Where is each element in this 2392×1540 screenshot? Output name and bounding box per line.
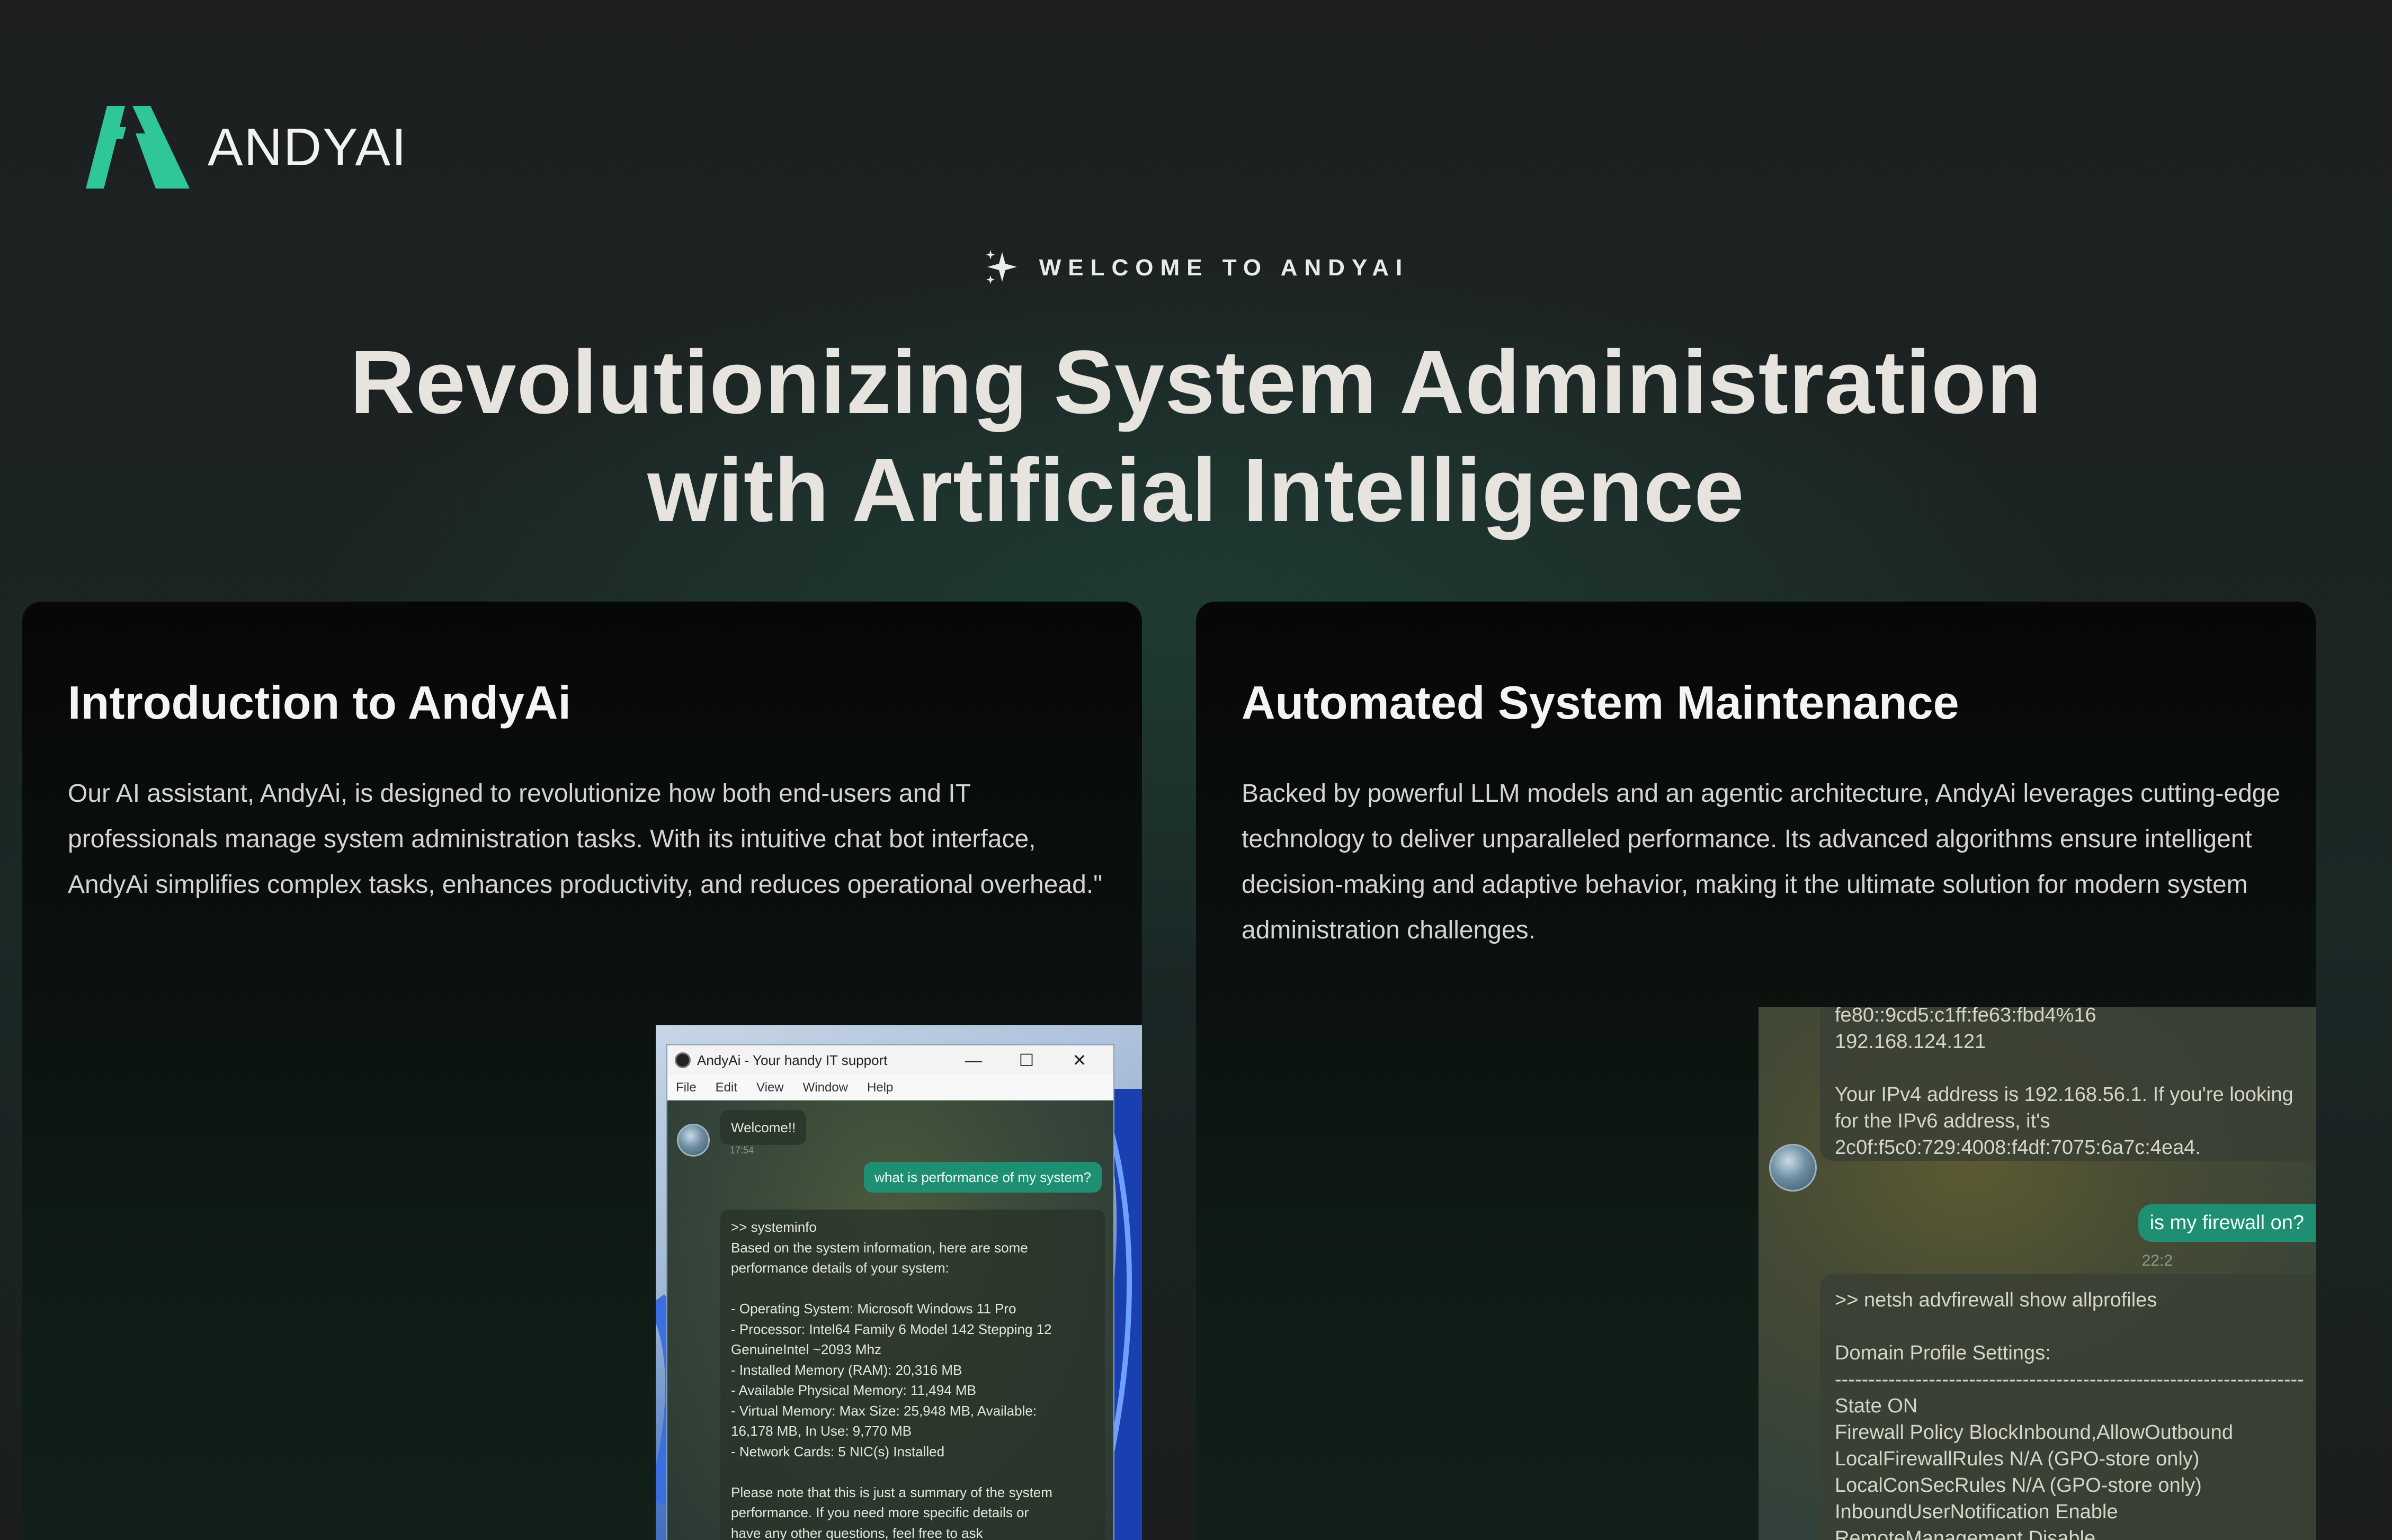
bot-reply-lines: >> systeminfo Based on the system informa… bbox=[731, 1217, 1094, 1540]
text-line: performance. If you need more specific d… bbox=[731, 1505, 1029, 1520]
sparkle-icon bbox=[985, 250, 1017, 284]
app-window: AndyAi - Your handy IT support — ☐ ✕ Fil… bbox=[666, 1044, 1114, 1540]
text-line: 2c0f:f5c0:729:4008:f4df:7075:6a7c:4ea4. bbox=[1835, 1136, 2201, 1159]
text-line: Firewall Policy BlockInbound,AllowOutbou… bbox=[1835, 1421, 2233, 1444]
app-icon bbox=[675, 1052, 691, 1068]
message-timestamp: 17:54 bbox=[730, 1145, 754, 1156]
chat-area[interactable]: Welcome!! 17:54 what is performance of m… bbox=[667, 1100, 1113, 1540]
text-line: Based on the system information, here ar… bbox=[731, 1239, 1028, 1256]
text-line: - Network Cards: 5 NIC(s) Installed bbox=[731, 1443, 945, 1460]
landing-page: ANDYAI WELCOME TO ANDYAI Revolutionizing… bbox=[0, 0, 2392, 1540]
feature-card-maintenance: Automated System Maintenance Backed by p… bbox=[1196, 602, 2316, 1540]
app-screenshot: AndyAi - Your handy IT support — ☐ ✕ Fil… bbox=[656, 1025, 1142, 1540]
text-line: State ON bbox=[1835, 1395, 1918, 1417]
text-line: Domain Profile Settings: bbox=[1835, 1342, 2051, 1364]
text-line bbox=[731, 1278, 1094, 1299]
text-line: - Operating System: Microsoft Windows 11… bbox=[731, 1301, 1016, 1317]
text-line bbox=[1835, 1313, 2304, 1340]
brand-name: ANDYAI bbox=[208, 117, 407, 177]
text-line: >> netsh advfirewall show allprofiles bbox=[1835, 1289, 2157, 1311]
text-line: 16,178 MB, In Use: 9,770 MB bbox=[731, 1423, 912, 1439]
andyai-logo-icon bbox=[86, 106, 190, 189]
window-titlebar: AndyAi - Your handy IT support — ☐ ✕ bbox=[667, 1045, 1113, 1075]
text-line: GenuineIntel ~2093 Mhz bbox=[731, 1341, 882, 1357]
window-title: AndyAi - Your handy IT support bbox=[697, 1052, 888, 1068]
window-menubar: File Edit View Window Help bbox=[667, 1075, 1113, 1100]
bot-avatar bbox=[677, 1124, 710, 1157]
text-line: performance details of your system: bbox=[731, 1260, 949, 1276]
brand-logo[interactable]: ANDYAI bbox=[86, 106, 407, 189]
text-line bbox=[731, 1462, 1094, 1482]
bot-avatar bbox=[1769, 1144, 1817, 1192]
card-description: Backed by powerful LLM models and an age… bbox=[1242, 780, 2281, 944]
text-line: ----------------------------------------… bbox=[1835, 1368, 2304, 1391]
text-line: 192.168.124.121 bbox=[1835, 1031, 1986, 1053]
hero-title-line-2: with Artificial Intelligence bbox=[647, 440, 1745, 541]
text-line: InboundUserNotification Enable bbox=[1835, 1501, 2118, 1523]
hero-eyebrow: WELCOME TO ANDYAI bbox=[0, 248, 2392, 288]
welcome-message: Welcome!! bbox=[720, 1110, 807, 1145]
text-line: Your IPv4 address is 192.168.56.1. If yo… bbox=[1835, 1084, 2293, 1106]
maximize-icon[interactable]: ☐ bbox=[1000, 1050, 1053, 1070]
chat-screenshot: fe80::9cd5:c1ff:fe63:fbd4%16192.168.124.… bbox=[1759, 1007, 2316, 1540]
text-line: RemoteManagement Disable bbox=[1835, 1527, 2096, 1540]
card-title: Introduction to AndyAi bbox=[68, 676, 571, 729]
menu-view[interactable]: View bbox=[756, 1080, 784, 1095]
bot-reply-lines: >> netsh advfirewall show allprofiles Do… bbox=[1835, 1287, 2304, 1540]
eyebrow-text: WELCOME TO ANDYAI bbox=[1039, 255, 1409, 281]
bot-reply: >> systeminfo Based on the system informa… bbox=[720, 1210, 1105, 1540]
text-line: - Available Physical Memory: 11,494 MB bbox=[731, 1382, 976, 1398]
text-line: >> systeminfo bbox=[731, 1219, 817, 1235]
text-line bbox=[1835, 1055, 2293, 1081]
minimize-icon[interactable]: — bbox=[947, 1051, 1000, 1070]
previous-reply-lines: fe80::9cd5:c1ff:fe63:fbd4%16192.168.124.… bbox=[1835, 1007, 2293, 1161]
text-line: fe80::9cd5:c1ff:fe63:fbd4%16 bbox=[1835, 1007, 2096, 1026]
card-title: Automated System Maintenance bbox=[1242, 676, 1959, 729]
menu-edit[interactable]: Edit bbox=[716, 1080, 737, 1095]
text-line: LocalConSecRules N/A (GPO-store only) bbox=[1835, 1474, 2202, 1497]
menu-file[interactable]: File bbox=[676, 1080, 697, 1095]
text-line: - Processor: Intel64 Family 6 Model 142 … bbox=[731, 1321, 1052, 1337]
hero-title: Revolutionizing System Administration wi… bbox=[0, 328, 2392, 544]
menu-help[interactable]: Help bbox=[867, 1080, 893, 1095]
text-line: LocalFirewallRules N/A (GPO-store only) bbox=[1835, 1448, 2200, 1470]
text-line: have any other questions, feel free to a… bbox=[731, 1525, 983, 1540]
hero-title-line-1: Revolutionizing System Administration bbox=[350, 332, 2042, 433]
user-message: what is performance of my system? bbox=[864, 1162, 1102, 1193]
feature-card-introduction: Introduction to AndyAi Our AI assistant,… bbox=[22, 602, 1142, 1540]
text-line: - Virtual Memory: Max Size: 25,948 MB, A… bbox=[731, 1402, 1037, 1419]
card-description: Our AI assistant, AndyAi, is designed to… bbox=[68, 780, 1103, 899]
user-message: is my firewall on? bbox=[2138, 1204, 2316, 1242]
text-line: for the IPv6 address, it's bbox=[1835, 1110, 2050, 1132]
text-line: - Installed Memory (RAM): 20,316 MB bbox=[731, 1362, 962, 1378]
menu-window[interactable]: Window bbox=[803, 1080, 848, 1095]
text-line: Please note that this is just a summary … bbox=[731, 1484, 1052, 1500]
message-timestamp: 22:2 bbox=[2141, 1252, 2173, 1269]
close-icon[interactable]: ✕ bbox=[1053, 1050, 1106, 1070]
